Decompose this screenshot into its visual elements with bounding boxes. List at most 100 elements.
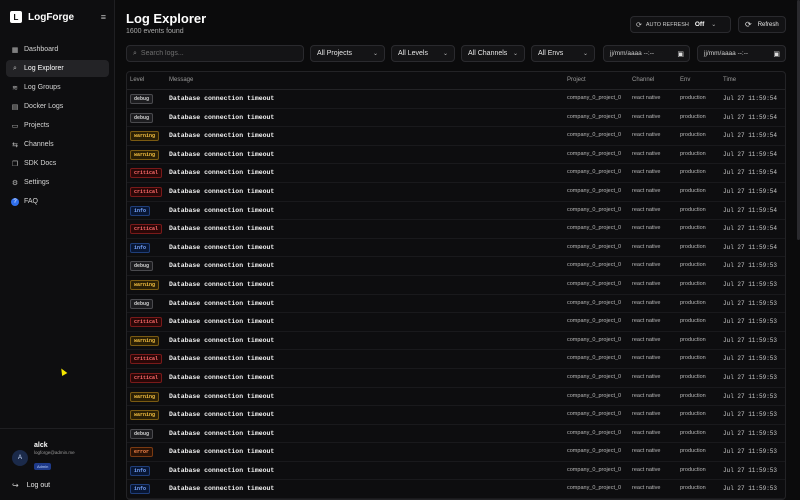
- sidebar-item-label: Log Groups: [24, 84, 61, 91]
- channel-cell: react native: [632, 448, 661, 455]
- env-cell: production: [680, 95, 706, 101]
- channel-cell: react native: [632, 280, 661, 287]
- table-row[interactable]: debug Database connection timeout company_…: [127, 90, 785, 109]
- table-row[interactable]: critical Database connection timeout compa…: [127, 220, 785, 239]
- column-channel[interactable]: Channel: [632, 77, 654, 83]
- table-row[interactable]: debug Database connection timeout company_…: [127, 425, 785, 444]
- calendar-icon[interactable]: ▣: [677, 50, 684, 58]
- sidebar-footer: A alck logforge@admin.me Admin ↪ Log out: [0, 428, 115, 500]
- main-content: Log Explorer 1600 events found ⟳ AUTO RE…: [116, 0, 800, 500]
- table-row[interactable]: info Database connection timeout company_0…: [127, 480, 785, 499]
- level-cell: critical: [130, 354, 163, 365]
- table-row[interactable]: warning Database connection timeout compan…: [127, 146, 785, 165]
- chevron-down-icon: ⌄: [711, 22, 717, 28]
- menu-icon[interactable]: ≡: [101, 12, 106, 22]
- app: L LogForge ≡ ▦ Dashboard ⌕ Log Explorer ≋ Log…: [0, 0, 800, 500]
- docker-logs-icon: ▤: [11, 103, 19, 111]
- sidebar-item-channels[interactable]: ⇆ Channels: [6, 136, 109, 153]
- table-row[interactable]: error Database connection timeout company_…: [127, 443, 785, 462]
- message-cell: Database connection timeout: [169, 206, 275, 214]
- project-cell: company_0_project_0: [567, 392, 622, 399]
- env-cell: production: [680, 243, 706, 250]
- time-cell: Jul 27 11:59:54: [723, 187, 778, 195]
- table-row[interactable]: warning Database connection timeout compan…: [127, 332, 785, 351]
- column-project[interactable]: Project: [567, 77, 586, 83]
- env-cell: production: [680, 429, 706, 436]
- level-badge: error: [130, 447, 154, 458]
- sidebar-item-log-groups[interactable]: ≋ Log Groups: [6, 79, 109, 96]
- column-level[interactable]: Level: [130, 77, 144, 83]
- sidebar-item-faq[interactable]: ? FAQ: [6, 193, 109, 210]
- table-row[interactable]: critical Database connection timeout compa…: [127, 369, 785, 388]
- table-row[interactable]: critical Database connection timeout compa…: [127, 164, 785, 183]
- date-to-input[interactable]: jj/mm/aaaa --:-- ▣: [697, 45, 786, 62]
- log-explorer-icon: ⌕: [13, 64, 17, 72]
- envs-select[interactable]: All Envs ⌄: [531, 45, 595, 62]
- table-row[interactable]: debug Database connection timeout company_…: [127, 109, 785, 128]
- level-cell: debug: [130, 298, 154, 309]
- table-row[interactable]: critical Database connection timeout compa…: [127, 313, 785, 332]
- table-row[interactable]: critical Database connection timeout compa…: [127, 350, 785, 369]
- env-cell: production: [680, 448, 706, 455]
- column-time[interactable]: Time: [723, 77, 736, 83]
- table-row[interactable]: warning Database connection timeout compan…: [127, 127, 785, 146]
- time-cell: Jul 27 11:59:53: [723, 355, 778, 363]
- time-cell: Jul 27 11:59:53: [723, 429, 778, 437]
- auto-refresh-select[interactable]: ⟳ AUTO REFRESH Off ⌄: [630, 16, 731, 33]
- refresh-button[interactable]: ⟳ Refresh: [738, 16, 786, 33]
- logo-icon: L: [10, 11, 22, 23]
- column-env[interactable]: Env: [680, 77, 690, 83]
- message-cell: Database connection timeout: [169, 150, 275, 158]
- refresh-icon: ⟳: [745, 20, 752, 29]
- table-row[interactable]: warning Database connection timeout compan…: [127, 388, 785, 407]
- message-cell: Database connection timeout: [169, 373, 275, 381]
- sidebar-item-settings[interactable]: ⚙ Settings: [6, 174, 109, 191]
- table-row[interactable]: info Database connection timeout company_0…: [127, 202, 785, 221]
- auto-refresh-label: AUTO REFRESH: [645, 21, 689, 28]
- message-cell: Database connection timeout: [169, 262, 275, 270]
- project-cell: company_0_project_0: [567, 262, 622, 269]
- channels-select[interactable]: All Channels ⌄: [461, 45, 525, 62]
- env-cell: production: [680, 373, 706, 380]
- channel-cell: react native: [632, 225, 661, 232]
- level-badge: critical: [130, 354, 163, 365]
- sidebar-item-dashboard[interactable]: ▦ Dashboard: [6, 41, 109, 58]
- search-box[interactable]: ⌕: [126, 45, 304, 62]
- events-count: 1600 events found: [126, 28, 184, 35]
- table-row[interactable]: debug Database connection timeout company_…: [127, 257, 785, 276]
- column-message[interactable]: Message: [169, 77, 193, 83]
- message-cell: Database connection timeout: [169, 355, 275, 363]
- channel-cell: react native: [632, 299, 661, 306]
- logout-label: Log out: [26, 482, 51, 489]
- project-cell: company_0_project_0: [567, 169, 622, 176]
- levels-select[interactable]: All Levels ⌄: [391, 45, 455, 62]
- search-input[interactable]: [140, 50, 291, 57]
- channel-cell: react native: [632, 95, 661, 101]
- level-badge: info: [130, 484, 151, 495]
- calendar-icon[interactable]: ▣: [773, 50, 780, 58]
- sidebar-item-projects[interactable]: ▭ Projects: [6, 117, 109, 134]
- table-row[interactable]: info Database connection timeout company_0…: [127, 462, 785, 481]
- level-badge: debug: [130, 94, 154, 104]
- levels-select-value: All Levels: [398, 50, 428, 57]
- projects-select[interactable]: All Projects ⌄: [310, 45, 385, 62]
- sidebar-item-log-explorer[interactable]: ⌕ Log Explorer: [6, 60, 109, 77]
- date-from-input[interactable]: jj/mm/aaaa --:-- ▣: [603, 45, 690, 62]
- table-row[interactable]: debug Database connection timeout company_…: [127, 295, 785, 314]
- chevron-down-icon: ⌄: [512, 51, 518, 57]
- logout-button[interactable]: ↪ Log out: [12, 481, 50, 490]
- refresh-label: Refresh: [757, 21, 779, 28]
- table-row[interactable]: critical Database connection timeout compa…: [127, 183, 785, 202]
- table-row[interactable]: warning Database connection timeout compan…: [127, 276, 785, 295]
- sidebar-item-docker-logs[interactable]: ▤ Docker Logs: [6, 98, 109, 115]
- level-badge: critical: [130, 186, 163, 197]
- channel-cell: react native: [632, 150, 661, 157]
- level-badge: critical: [130, 372, 163, 383]
- level-cell: critical: [130, 372, 163, 383]
- sidebar-item-label: SDK Docs: [24, 160, 57, 167]
- table-row[interactable]: warning Database connection timeout compan…: [127, 406, 785, 425]
- table-row[interactable]: info Database connection timeout company_0…: [127, 239, 785, 258]
- time-cell: Jul 27 11:59:54: [723, 132, 778, 140]
- sidebar-item-sdk-docs[interactable]: ❐ SDK Docs: [6, 155, 109, 172]
- user-profile[interactable]: A alck logforge@admin.me Admin: [12, 442, 75, 473]
